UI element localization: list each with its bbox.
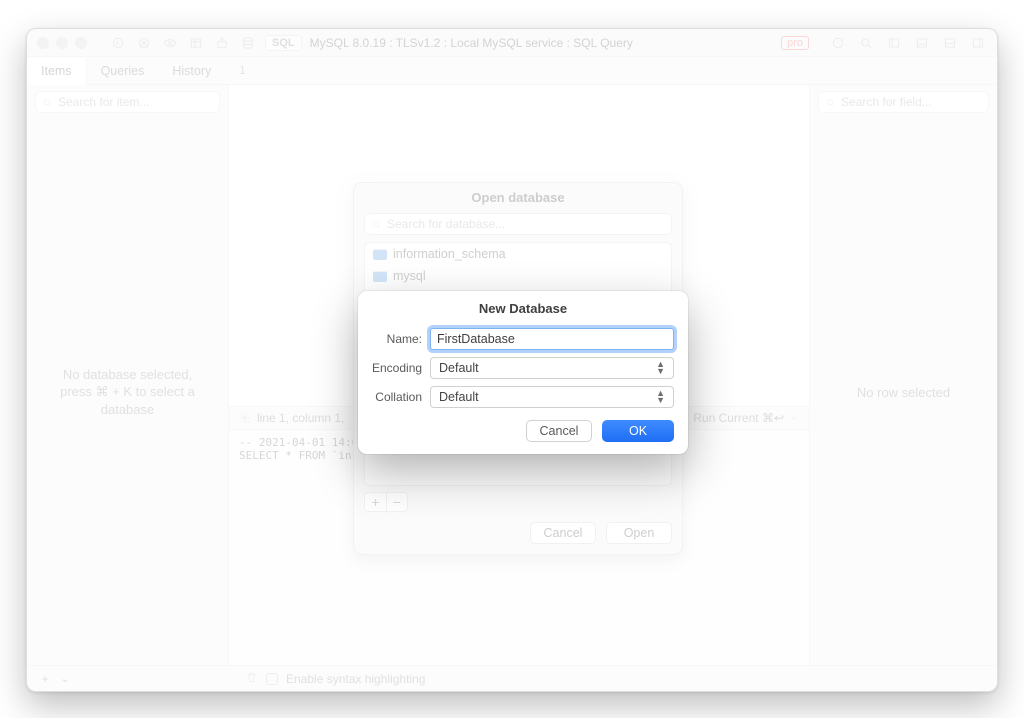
refresh-icon[interactable] [829,34,847,52]
run-current-label: Run Current ⌘↩︎ [693,411,784,425]
syntax-highlight-label: Enable syntax highlighting [286,672,425,686]
new-database-cancel-button[interactable]: Cancel [526,420,592,442]
right-search-placeholder: Search for field... [841,95,932,109]
open-database-title: Open database [354,183,682,211]
add-item-chevron[interactable]: ⌄ [55,672,75,685]
right-empty-text: No row selected [857,385,950,400]
panel-left-icon[interactable] [885,34,903,52]
new-database-encoding-value: Default [439,361,479,375]
right-panel: Search for field... No row selected [809,85,997,665]
trash-icon[interactable] [245,671,258,687]
close-window-icon[interactable] [37,37,49,49]
new-database-ok-button[interactable]: OK [602,420,674,442]
new-database-title: New Database [372,301,674,316]
database-icon [373,249,387,260]
chevron-down-icon [789,413,799,423]
open-database-open-button[interactable]: Open [606,522,672,544]
tab-items[interactable]: Items [27,58,87,85]
new-database-name-input[interactable] [430,328,674,350]
syntax-highlight-checkbox[interactable] [266,673,278,685]
left-tabs: Items Queries History [27,57,229,84]
new-database-name-row: Name: [372,328,674,350]
new-database-encoding-select[interactable]: Default ▲▼ [430,357,674,379]
new-database-encoding-row: Encoding Default ▲▼ [372,357,674,379]
add-item-button[interactable]: + [35,672,55,686]
tabs-row: Items Queries History 1 [27,57,997,85]
minimize-window-icon[interactable] [56,37,68,49]
search-icon [42,97,53,108]
updown-icon: ▲▼ [656,361,665,375]
gear-icon[interactable] [239,412,251,424]
panel-bottom2-icon[interactable] [941,34,959,52]
open-database-search-placeholder: Search for database... [387,217,505,231]
left-empty-state: No database selected, press ⌘ + K to sel… [27,119,228,665]
eye-icon[interactable] [161,34,179,52]
editor-status-text: line 1, column 1, [257,411,344,425]
new-database-collation-select[interactable]: Default ▲▼ [430,386,674,408]
new-database-encoding-label: Encoding [372,361,430,375]
connection-text: MySQL 8.0.19 : TLSv1.2 : Local MySQL ser… [310,36,633,50]
left-empty-line3: database [101,402,155,417]
left-empty-line1: No database selected, [63,367,192,382]
right-search-input[interactable]: Search for field... [818,91,989,113]
search-icon [371,219,382,230]
left-search-placeholder: Search for item... [58,95,149,109]
window-controls[interactable] [37,37,87,49]
new-database-name-label: Name: [372,332,430,346]
search-icon[interactable] [857,34,875,52]
remove-database-button[interactable]: − [386,492,408,512]
open-database-buttons: Cancel Open [354,512,682,554]
new-database-collation-label: Collation [372,390,430,404]
new-database-modal: New Database Name: Encoding Default ▲▼ C… [358,291,688,454]
panel-right-icon[interactable] [969,34,987,52]
left-panel: Search for item... No database selected,… [27,85,229,665]
database-item-label: information_schema [393,247,506,261]
zoom-window-icon[interactable] [75,37,87,49]
pro-badge[interactable]: pro [781,36,809,50]
tab-queries[interactable]: Queries [87,57,159,84]
bottom-bar: + ⌄ Enable syntax highlighting [27,665,997,691]
new-database-buttons: Cancel OK [372,420,674,442]
app-window: SQL MySQL 8.0.19 : TLSv1.2 : Local MySQL… [26,28,998,692]
panel-bottom-icon[interactable] [913,34,931,52]
stop-icon[interactable] [135,34,153,52]
left-empty-line2: press ⌘ + K to select a [60,384,195,400]
open-database-add-remove: + − [364,492,672,512]
export-icon[interactable] [213,34,231,52]
left-search-input[interactable]: Search for item... [35,91,220,113]
run-current-button[interactable]: Run Current ⌘↩︎ [693,411,799,425]
new-database-collation-row: Collation Default ▲▼ [372,386,674,408]
back-icon[interactable] [109,34,127,52]
database-icon [373,271,387,282]
titlebar: SQL MySQL 8.0.19 : TLSv1.2 : Local MySQL… [27,29,997,57]
table-icon[interactable] [187,34,205,52]
titlebar-right [829,34,987,52]
database-item-label: mysql [393,269,426,283]
open-database-cancel-button[interactable]: Cancel [530,522,596,544]
new-database-collation-value: Default [439,390,479,404]
sql-badge: SQL [265,35,302,51]
right-empty-state: No row selected [810,119,997,665]
search-icon [825,97,836,108]
updown-icon: ▲▼ [656,390,665,404]
open-database-search[interactable]: Search for database... [364,213,672,235]
database-item[interactable]: mysql [365,265,671,287]
tab-history[interactable]: History [158,57,225,84]
database-icon[interactable] [239,34,257,52]
add-database-button[interactable]: + [364,492,386,512]
editor-line-number: 1 [229,64,246,77]
database-item[interactable]: information_schema [365,243,671,265]
